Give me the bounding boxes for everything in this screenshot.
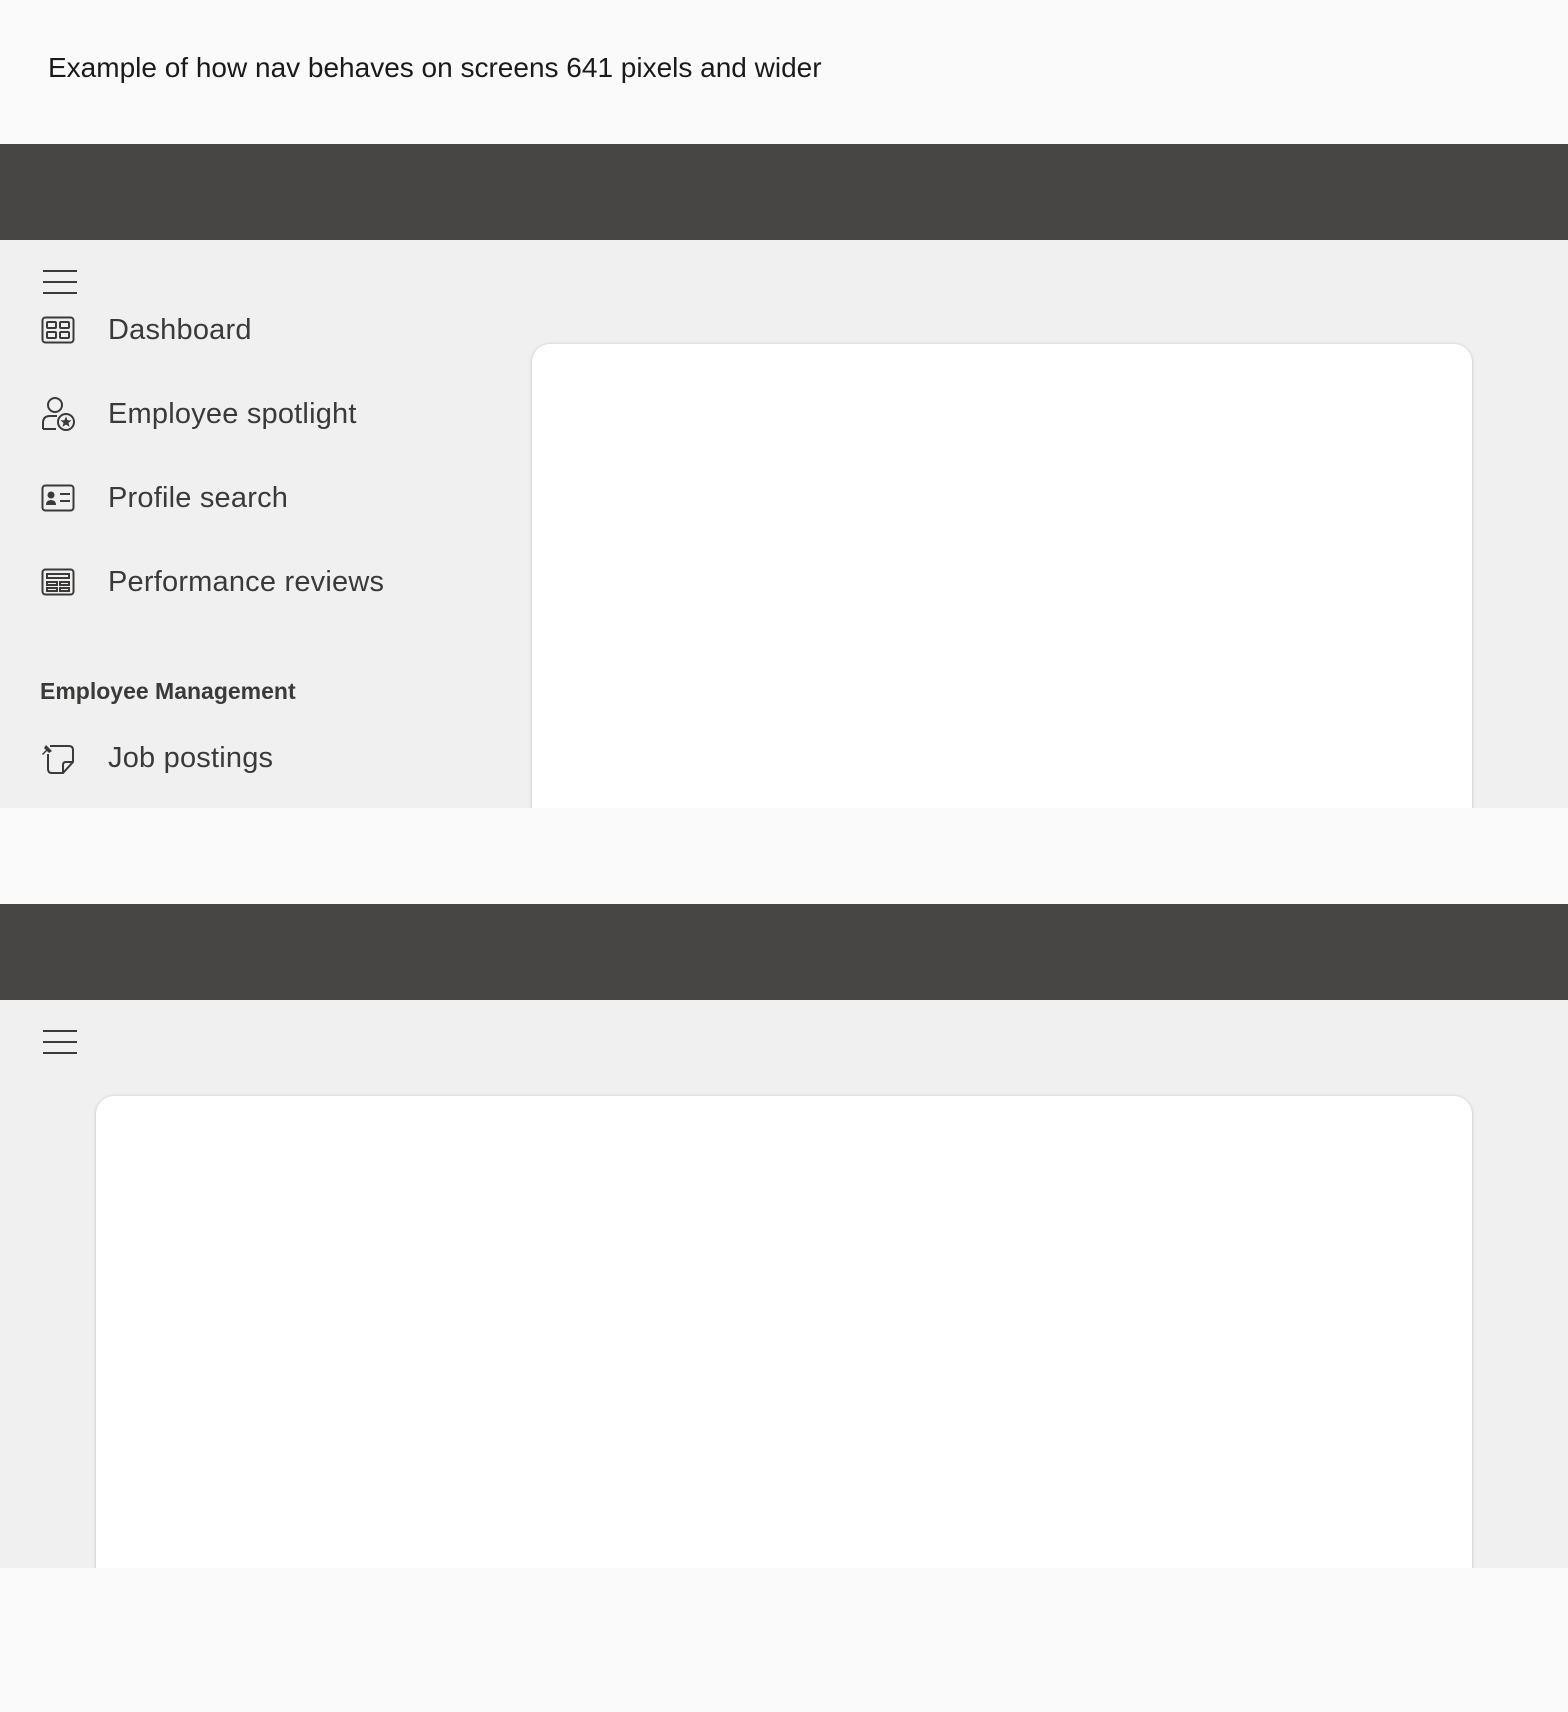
app-header-bar	[0, 144, 1568, 240]
reviews-table-icon	[40, 564, 76, 600]
content-card	[96, 1096, 1472, 1568]
hamburger-menu-button[interactable]	[36, 1018, 84, 1066]
note-pin-icon	[40, 740, 76, 776]
dashboard-icon	[40, 312, 76, 348]
person-star-icon	[40, 396, 76, 432]
hamburger-menu-icon	[43, 270, 77, 294]
collapsed-nav-demo	[0, 904, 1568, 1568]
app-workspace: Dashboard Employee spotlight Profile sea…	[0, 240, 1568, 808]
nav-item-dashboard[interactable]: Dashboard	[40, 302, 252, 358]
nav-item-performance-reviews[interactable]: Performance reviews	[40, 554, 384, 610]
nav-item-profile-search[interactable]: Profile search	[40, 470, 288, 526]
hamburger-menu-icon	[43, 1030, 77, 1054]
nav-item-label: Profile search	[108, 481, 289, 514]
page-caption: Example of how nav behaves on screens 64…	[48, 52, 822, 83]
expanded-nav-demo: Dashboard Employee spotlight Profile sea…	[0, 144, 1568, 808]
nav-item-label: Performance reviews	[108, 565, 385, 598]
content-card	[532, 344, 1472, 808]
nav-item-job-postings[interactable]: Job postings	[40, 730, 273, 786]
nav-item-employee-spotlight[interactable]: Employee spotlight	[40, 386, 357, 442]
nav-section-header: Employee Management	[40, 678, 296, 704]
nav-item-label: Job postings	[108, 741, 274, 774]
app-workspace	[0, 1000, 1568, 1568]
nav-item-label: Employee spotlight	[108, 397, 357, 430]
app-header-bar	[0, 904, 1568, 1000]
contact-card-icon	[40, 480, 76, 516]
nav-item-label: Dashboard	[108, 313, 252, 346]
hamburger-menu-button[interactable]	[36, 258, 84, 306]
